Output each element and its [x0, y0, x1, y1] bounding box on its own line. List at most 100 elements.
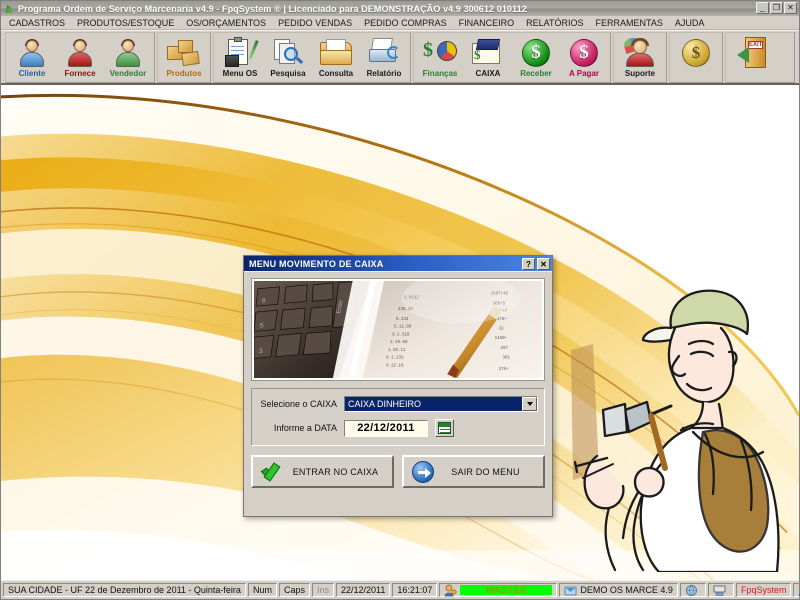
toolbar-group-sair: EXIT — [725, 32, 795, 83]
toolbar-button-cliente[interactable]: Cliente — [8, 34, 56, 84]
entrar-no-caixa-label: ENTRAR NO CAIXA — [292, 466, 379, 477]
svg-text:9.133: 9.133 — [396, 318, 409, 322]
toolbar-group-produtos: Produtos — [157, 32, 211, 83]
entrar-no-caixa-button[interactable]: ENTRAR NO CAIXA — [251, 455, 394, 488]
dialog-titlebar: MENU MOVIMENTO DE CAIXA ? ✕ — [244, 256, 552, 271]
help-button[interactable]: ? — [522, 257, 535, 270]
window-titlebar: Programa Ordem de Serviço Marcenaria v4.… — [1, 1, 799, 16]
printer-icon — [362, 36, 406, 69]
toolbar-group-financeiro: $ Finanças $ CAIXA $ Receber $ A Pagar — [413, 32, 611, 83]
window-title: Programa Ordem de Serviço Marcenaria v4.… — [18, 3, 527, 14]
company-icon — [565, 586, 577, 595]
status-time: 16:21:07 — [392, 583, 438, 597]
toolbar-button-sair[interactable]: EXIT — [728, 34, 776, 84]
toolbar-button-caixa[interactable]: $ CAIXA — [464, 34, 512, 84]
svg-text:2.49.60: 2.49.60 — [390, 341, 408, 345]
toolbar-label-menu-os: Menu OS — [222, 69, 258, 78]
green-dollar-coin-icon: $ — [514, 36, 558, 69]
toolbar-button-financas[interactable]: $ Finanças — [416, 34, 464, 84]
calendar-icon[interactable] — [435, 419, 454, 437]
menu-item-ajuda[interactable]: AJUDA — [675, 18, 712, 28]
caixa-select[interactable]: CAIXA DINHEIRO — [344, 396, 538, 412]
status-user: MASTER — [460, 585, 553, 595]
green-check-icon — [261, 462, 285, 482]
svg-text:9.2.310: 9.2.310 — [392, 333, 410, 337]
toolbar-label-consulta: Consulta — [318, 69, 354, 78]
svg-text:1.02.11: 1.02.11 — [388, 349, 406, 353]
sair-do-menu-button[interactable]: SAIR DO MENU — [402, 455, 545, 488]
exit-door-icon: EXIT — [730, 36, 774, 69]
toolbar-button-receber[interactable]: $ Receber — [512, 34, 560, 84]
person-green-icon — [106, 36, 150, 69]
menu-item-cadastros[interactable]: CADASTROS — [9, 18, 72, 28]
dialog-close-button[interactable]: ✕ — [537, 257, 550, 270]
data-label: Informe a DATA — [273, 423, 337, 433]
toolbar-label-fornece: Fornece — [64, 69, 96, 78]
toolbar-button-moeda[interactable]: $ — [672, 34, 720, 84]
globe-icon — [686, 584, 697, 596]
menu-item-produtos-estoque[interactable]: PRODUTOS/ESTOQUE — [77, 18, 181, 28]
boxes-icon — [162, 36, 206, 69]
dialog-fields-group: Selecione o CAIXA CAIXA DINHEIRO Informe… — [251, 388, 545, 446]
toolbar-label-suporte: Suporte — [624, 69, 656, 78]
clipboard-icon — [218, 36, 262, 69]
status-brand-icon-cell — [793, 583, 800, 597]
menu-item-os-orcamentos[interactable]: OS/ORÇAMENTOS — [186, 18, 273, 28]
minimize-button[interactable]: _ — [756, 2, 769, 14]
toolbar-button-a-pagar[interactable]: $ A Pagar — [560, 34, 608, 84]
toolbar-button-fornece[interactable]: Fornece — [56, 34, 104, 84]
support-agent-icon — [618, 35, 662, 69]
toolbar-group-moeda: $ — [669, 32, 723, 83]
toolbar-button-produtos[interactable]: Produtos — [160, 34, 208, 84]
toolbar-group-cadastros: Cliente Fornece Vendedor — [5, 32, 155, 83]
toolbar-label-vendedor: Vendedor — [109, 69, 147, 78]
menu-item-relatorios[interactable]: RELATÓRIOS — [526, 18, 590, 28]
movimento-de-caixa-dialog: MENU MOVIMENTO DE CAIXA ? ✕ 8 5 3 Enter … — [243, 255, 553, 517]
status-caps: Caps — [278, 583, 310, 597]
toolbar-button-suporte[interactable]: Suporte — [616, 34, 664, 84]
data-input[interactable]: 22/12/2011 — [344, 419, 428, 437]
toolbar-button-pesquisa[interactable]: Pesquisa — [264, 34, 312, 84]
menu-item-pedido-vendas[interactable]: PEDIDO VENDAS — [278, 18, 359, 28]
dialog-body: 8 5 3 Enter 3.0212 236.30 9.133 5.11.08 … — [244, 271, 552, 516]
svg-text:278+: 278+ — [499, 368, 509, 372]
toolbar-label-a-pagar: A Pagar — [569, 69, 599, 78]
mdi-desktop-area: MENU MOVIMENTO DE CAIXA ? ✕ 8 5 3 Enter … — [1, 85, 799, 580]
blue-arrow-circle-icon — [412, 460, 434, 483]
person-blue-icon — [10, 36, 54, 69]
dialog-banner-frame: 8 5 3 Enter 3.0212 236.30 9.133 5.11.08 … — [251, 278, 545, 381]
svg-text:207: 207 — [501, 347, 509, 351]
toolbar-button-relatorio[interactable]: Relatório — [360, 34, 408, 84]
statusbar: SUA CIDADE - UF 22 de Dezembro de 2011 -… — [1, 580, 800, 599]
caixa-select-value: CAIXA DINHEIRO — [345, 397, 522, 411]
caixa-field-row: Selecione o CAIXA CAIXA DINHEIRO — [258, 396, 538, 412]
close-button[interactable]: ✕ — [784, 2, 797, 14]
toolbar-button-consulta[interactable]: Consulta — [312, 34, 360, 84]
status-icon-1-cell[interactable] — [679, 583, 706, 597]
svg-text:5.11.08: 5.11.08 — [394, 326, 412, 330]
status-company-cell: DEMO OS MARCE 4.9 — [559, 583, 678, 597]
keyboard-and-report-photo: 8 5 3 Enter 3.0212 236.30 9.133 5.11.08 … — [254, 281, 542, 378]
svg-text:5: 5 — [260, 323, 264, 330]
svg-text:32: 32 — [499, 328, 505, 332]
status-location-date: SUA CIDADE - UF 22 de Dezembro de 2011 -… — [3, 583, 246, 597]
menubar: CADASTROS PRODUTOS/ESTOQUE OS/ORÇAMENTOS… — [1, 16, 799, 30]
menu-item-pedido-compras[interactable]: PEDIDO COMPRAS — [364, 18, 454, 28]
menu-item-financeiro[interactable]: FINANCEIRO — [459, 18, 522, 28]
toolbar-group-os: Menu OS Pesquisa Consulta Relatório — [213, 32, 411, 83]
application-window: Programa Ordem de Serviço Marcenaria v4.… — [0, 0, 800, 600]
status-user-cell: MASTER — [439, 583, 558, 597]
restore-button[interactable]: ❐ — [770, 2, 783, 14]
toolbar-label-pesquisa: Pesquisa — [270, 69, 306, 78]
svg-text:3: 3 — [259, 348, 263, 355]
toolbar-button-menu-os[interactable]: Menu OS — [216, 34, 264, 84]
pink-dollar-coin-icon: $ — [562, 36, 606, 69]
svg-text:1450+: 1450+ — [495, 337, 508, 341]
status-icon-2-cell[interactable] — [707, 583, 734, 597]
toolbar-button-vendedor[interactable]: Vendedor — [104, 34, 152, 84]
chevron-down-icon[interactable] — [522, 397, 537, 411]
main-toolbar: Cliente Fornece Vendedor Produtos Menu O… — [1, 30, 799, 85]
svg-text:375+: 375+ — [497, 318, 507, 322]
user-key-icon — [445, 584, 457, 596]
menu-item-ferramentas[interactable]: FERRAMENTAS — [595, 18, 669, 28]
